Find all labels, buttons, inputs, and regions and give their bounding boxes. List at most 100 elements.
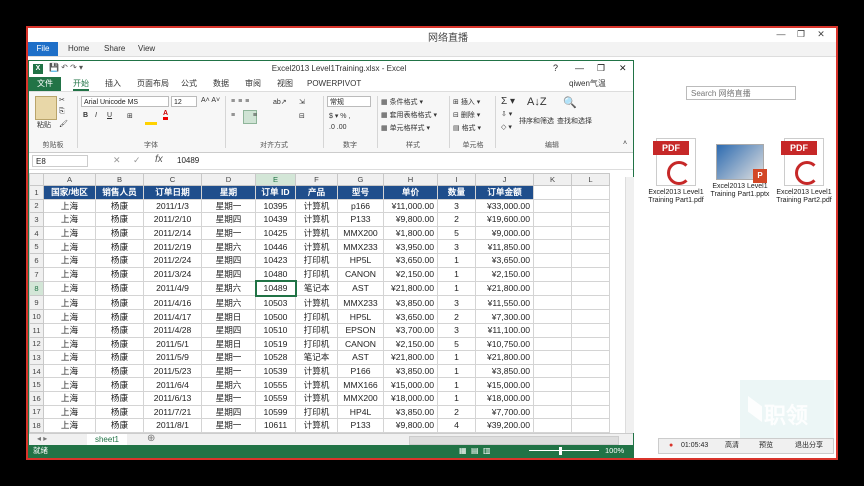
table-cell[interactable]: ¥3,850.00 bbox=[383, 295, 438, 311]
table-cell[interactable]: 上海 bbox=[43, 212, 96, 227]
table-cell[interactable]: 1 bbox=[437, 350, 476, 365]
table-cell[interactable]: 计算机 bbox=[295, 377, 338, 392]
table-cell[interactable]: 打印机 bbox=[295, 336, 338, 352]
table-cell[interactable]: 2011/8/1 bbox=[143, 418, 202, 433]
empty-cell[interactable] bbox=[571, 390, 610, 406]
table-cell[interactable]: 2011/4/9 bbox=[143, 280, 202, 297]
minimize-icon[interactable]: — bbox=[774, 28, 788, 40]
column-title[interactable]: 型号 bbox=[337, 185, 384, 200]
table-cell[interactable]: 2011/5/9 bbox=[143, 350, 202, 365]
font-color-icon[interactable]: A bbox=[163, 110, 169, 120]
explorer-tab-view[interactable]: View bbox=[138, 42, 155, 56]
sort-filter-icon[interactable]: A↓Z bbox=[527, 96, 547, 108]
table-cell[interactable]: P166 bbox=[337, 363, 384, 379]
table-cell[interactable]: 计算机 bbox=[295, 225, 338, 241]
insert-function-icon[interactable]: fx bbox=[155, 154, 163, 165]
empty-cell[interactable] bbox=[533, 198, 572, 214]
empty-cell[interactable] bbox=[533, 350, 572, 365]
empty-cell[interactable] bbox=[571, 322, 610, 338]
table-cell[interactable]: ¥18,000.00 bbox=[383, 390, 438, 406]
enter-formula-icon[interactable]: ✓ bbox=[133, 155, 141, 166]
table-cell[interactable]: 上海 bbox=[43, 309, 96, 324]
table-cell[interactable]: 星期四 bbox=[201, 212, 256, 227]
table-cell[interactable]: 1 bbox=[437, 363, 476, 379]
table-cell[interactable]: 星期日 bbox=[201, 309, 256, 324]
table-cell[interactable]: 2 bbox=[437, 309, 476, 324]
table-cell[interactable]: ¥3,650.00 bbox=[475, 252, 534, 268]
table-cell[interactable]: ¥3,950.00 bbox=[383, 239, 438, 254]
empty-cell[interactable] bbox=[533, 185, 572, 200]
grow-font-icon[interactable]: A˄ A˅ bbox=[201, 97, 220, 104]
table-cell[interactable]: 星期四 bbox=[201, 404, 256, 420]
copy-icon[interactable]: ⎘ bbox=[59, 108, 65, 116]
table-cell[interactable]: AST bbox=[337, 350, 384, 365]
zoom-slider[interactable] bbox=[529, 450, 599, 451]
table-cell[interactable]: 杨康 bbox=[95, 212, 144, 227]
table-cell[interactable]: ¥3,850.00 bbox=[383, 404, 438, 420]
table-cell[interactable]: ¥9,000.00 bbox=[475, 225, 534, 241]
table-cell[interactable]: 计算机 bbox=[295, 418, 338, 433]
empty-cell[interactable] bbox=[533, 363, 572, 379]
quality-button[interactable]: 高清 bbox=[725, 439, 739, 453]
table-cell[interactable]: ¥11,100.00 bbox=[475, 322, 534, 338]
table-cell[interactable]: 打印机 bbox=[295, 404, 338, 420]
column-title[interactable]: 单价 bbox=[383, 185, 438, 200]
table-cell[interactable]: 上海 bbox=[43, 404, 96, 420]
decimal-icons[interactable]: .0 .00 bbox=[329, 124, 347, 131]
empty-cell[interactable] bbox=[533, 404, 572, 420]
table-cell[interactable]: 上海 bbox=[43, 377, 96, 392]
table-cell[interactable]: ¥15,000.00 bbox=[475, 377, 534, 392]
empty-cell[interactable] bbox=[533, 309, 572, 324]
exit-share-button[interactable]: 退出分享 bbox=[795, 439, 823, 453]
table-cell[interactable]: 2011/4/16 bbox=[143, 295, 202, 311]
collapse-ribbon-icon[interactable]: ˄ bbox=[623, 140, 627, 147]
table-cell[interactable]: 杨康 bbox=[95, 225, 144, 241]
table-cell[interactable]: 10503 bbox=[255, 295, 296, 311]
table-cell[interactable]: 星期一 bbox=[201, 350, 256, 365]
row-header[interactable]: 9 bbox=[29, 295, 44, 311]
column-header[interactable]: B bbox=[95, 173, 144, 186]
column-title[interactable]: 订单金额 bbox=[475, 185, 534, 200]
empty-cell[interactable] bbox=[571, 404, 610, 420]
table-cell[interactable]: 10559 bbox=[255, 390, 296, 406]
table-cell[interactable]: 上海 bbox=[43, 266, 96, 282]
table-cell[interactable]: 杨康 bbox=[95, 404, 144, 420]
worksheet-grid[interactable]: A B C D E F G H I J K L 1 国家/地区 销售人员 订单日期 星期 订单 ID 产品 型号 单价数… bbox=[29, 173, 627, 435]
table-cell[interactable]: EPSON bbox=[337, 322, 384, 338]
table-cell[interactable]: 3 bbox=[437, 322, 476, 338]
empty-cell[interactable] bbox=[571, 309, 610, 324]
table-cell[interactable]: 3 bbox=[437, 198, 476, 214]
row-header[interactable]: 2 bbox=[29, 198, 44, 214]
empty-cell[interactable] bbox=[533, 377, 572, 392]
table-cell[interactable]: 杨康 bbox=[95, 295, 144, 311]
empty-cell[interactable] bbox=[533, 418, 572, 433]
table-cell[interactable]: 10395 bbox=[255, 198, 296, 214]
tab-formulas[interactable]: 公式 bbox=[181, 77, 197, 91]
table-cell[interactable]: 1 bbox=[437, 280, 476, 297]
table-cell[interactable]: p166 bbox=[337, 198, 384, 214]
table-cell[interactable]: ¥21,800.00 bbox=[383, 280, 438, 297]
table-cell[interactable]: 1 bbox=[437, 390, 476, 406]
table-cell[interactable]: 1 bbox=[437, 266, 476, 282]
font-size-select[interactable]: 12 bbox=[171, 96, 197, 107]
table-cell[interactable]: 星期六 bbox=[201, 239, 256, 254]
insert-cells-button[interactable]: ⊞ 插入 ▾ bbox=[453, 97, 480, 107]
row-header[interactable]: 5 bbox=[29, 239, 44, 254]
table-cell[interactable]: MMX233 bbox=[337, 239, 384, 254]
name-box[interactable]: E8 bbox=[32, 155, 88, 167]
table-cell[interactable]: 杨康 bbox=[95, 377, 144, 392]
format-cells-button[interactable]: ▤ 格式 ▾ bbox=[453, 123, 481, 133]
fill-color-icon[interactable] bbox=[145, 112, 157, 125]
row-header[interactable]: 11 bbox=[29, 322, 44, 338]
find-select-icon[interactable]: 🔍 bbox=[563, 96, 577, 109]
horizontal-align-icons[interactable]: ≡ ≡ bbox=[231, 112, 260, 119]
row-header[interactable]: 10 bbox=[29, 309, 44, 324]
borders-icon[interactable]: ⊞ bbox=[127, 112, 133, 120]
table-cell[interactable]: ¥3,700.00 bbox=[383, 322, 438, 338]
empty-cell[interactable] bbox=[533, 212, 572, 227]
empty-cell[interactable] bbox=[571, 418, 610, 433]
column-header[interactable]: J bbox=[475, 173, 534, 186]
table-cell[interactable]: 2011/5/1 bbox=[143, 336, 202, 352]
table-cell[interactable]: 上海 bbox=[43, 336, 96, 352]
table-cell[interactable]: 10425 bbox=[255, 225, 296, 241]
